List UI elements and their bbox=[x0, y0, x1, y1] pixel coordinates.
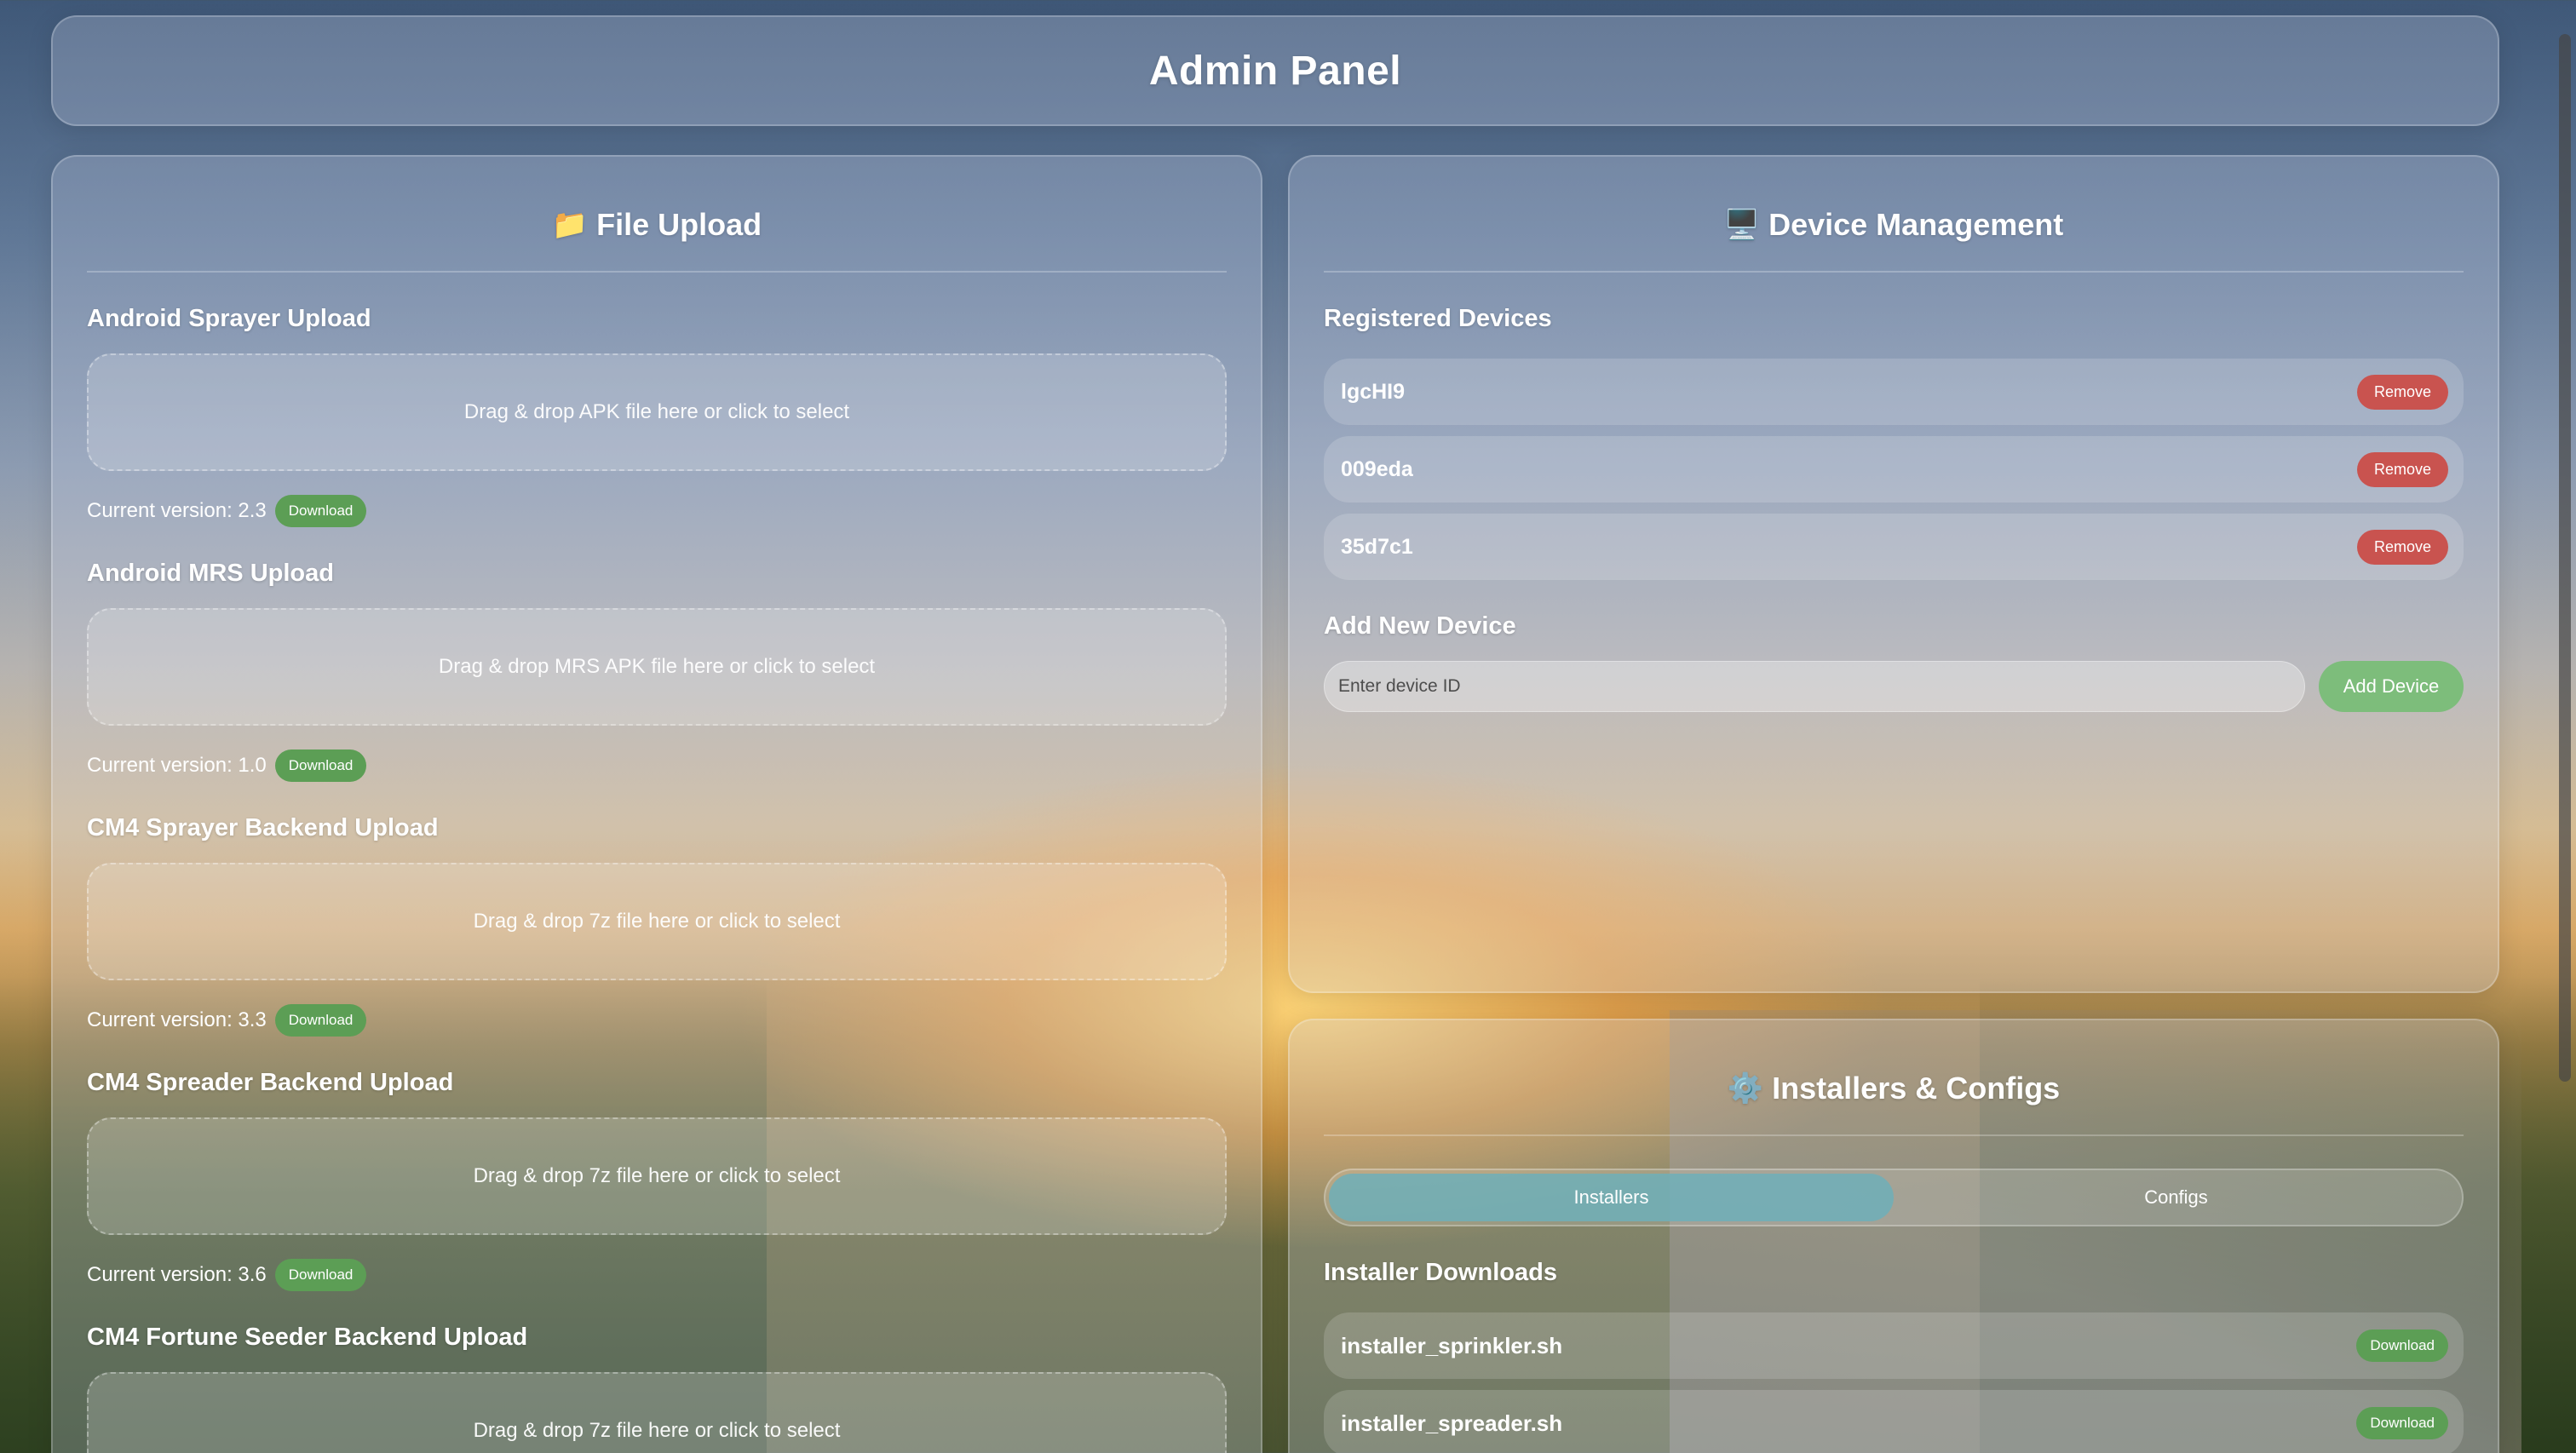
device-row: 009eda Remove bbox=[1324, 436, 2464, 503]
section-title: CM4 Spreader Backend Upload bbox=[87, 1069, 454, 1096]
dropzone-android-mrs[interactable]: Drag & drop MRS APK file here or click t… bbox=[87, 608, 1227, 726]
current-version: Current version: 3.3 bbox=[87, 1008, 267, 1031]
device-id-input[interactable] bbox=[1324, 661, 2305, 712]
download-button[interactable]: Download bbox=[274, 1259, 367, 1291]
installer-row: installer_sprinkler.sh Download bbox=[1324, 1312, 2464, 1379]
installers-configs-title: ⚙️ Installers & Configs bbox=[1324, 1042, 2464, 1136]
version-row: Current version: 3.6 Download bbox=[87, 1259, 1227, 1291]
upload-section-android-sprayer: Android Sprayer Upload Drag & drop APK f… bbox=[87, 305, 1227, 527]
remove-device-button[interactable]: Remove bbox=[2356, 451, 2448, 487]
section-title: Android MRS Upload bbox=[87, 560, 334, 587]
remove-device-button[interactable]: Remove bbox=[2356, 529, 2448, 565]
add-device-row: Add Device bbox=[1324, 661, 2464, 712]
installers-configs-panel: ⚙️ Installers & Configs Installers Confi… bbox=[1288, 1019, 2499, 1453]
installer-row: installer_spreader.sh Download bbox=[1324, 1390, 2464, 1453]
installer-name: installer_sprinkler.sh bbox=[1341, 1332, 1563, 1358]
dropzone-cm4-fortune-seeder[interactable]: Drag & drop 7z file here or click to sel… bbox=[87, 1372, 1227, 1453]
version-row: Current version: 2.3 Download bbox=[87, 495, 1227, 527]
device-id: 009eda bbox=[1341, 457, 1413, 481]
page-scrollbar[interactable] bbox=[2559, 34, 2571, 1082]
upload-section-android-mrs: Android MRS Upload Drag & drop MRS APK f… bbox=[87, 560, 1227, 782]
download-installer-button[interactable]: Download bbox=[2356, 1330, 2448, 1362]
current-version: Current version: 1.0 bbox=[87, 754, 267, 777]
current-version: Current version: 3.6 bbox=[87, 1263, 267, 1286]
version-row: Current version: 3.3 Download bbox=[87, 1004, 1227, 1037]
dropzone-android-sprayer[interactable]: Drag & drop APK file here or click to se… bbox=[87, 353, 1227, 471]
current-version: Current version: 2.3 bbox=[87, 499, 267, 522]
dropzone-cm4-sprayer[interactable]: Drag & drop 7z file here or click to sel… bbox=[87, 863, 1227, 980]
download-button[interactable]: Download bbox=[274, 749, 367, 782]
installer-list: installer_sprinkler.sh Download installe… bbox=[1324, 1312, 2464, 1453]
tab-configs[interactable]: Configs bbox=[1894, 1174, 2458, 1221]
device-management-title: 🖥️ Device Management bbox=[1324, 179, 2464, 273]
device-row: 35d7c1 Remove bbox=[1324, 514, 2464, 580]
upload-section-cm4-spreader: CM4 Spreader Backend Upload Drag & drop … bbox=[87, 1069, 1227, 1291]
section-title: CM4 Sprayer Backend Upload bbox=[87, 814, 439, 841]
folder-icon: 📁 bbox=[551, 209, 589, 241]
device-list: lgcHI9 Remove 009eda Remove 35d7c1 Remov… bbox=[1324, 359, 2464, 580]
device-row: lgcHI9 Remove bbox=[1324, 359, 2464, 425]
device-id: lgcHI9 bbox=[1341, 379, 1406, 404]
header-panel: Admin Panel bbox=[51, 15, 2499, 126]
tab-installers[interactable]: Installers bbox=[1329, 1174, 1894, 1221]
installer-downloads-title: Installer Downloads bbox=[1324, 1259, 1557, 1286]
add-device-button[interactable]: Add Device bbox=[2319, 661, 2464, 712]
upload-section-cm4-sprayer: CM4 Sprayer Backend Upload Drag & drop 7… bbox=[87, 814, 1227, 1037]
page-title: Admin Panel bbox=[1148, 48, 1402, 94]
installers-tabs: Installers Configs bbox=[1324, 1169, 2464, 1226]
installer-name: installer_spreader.sh bbox=[1341, 1410, 1563, 1436]
remove-device-button[interactable]: Remove bbox=[2356, 374, 2448, 410]
download-button[interactable]: Download bbox=[274, 1004, 367, 1037]
add-device-title: Add New Device bbox=[1324, 612, 1516, 640]
upload-section-cm4-fortune-seeder: CM4 Fortune Seeder Backend Upload Drag &… bbox=[87, 1324, 1227, 1453]
device-management-panel: 🖥️ Device Management Registered Devices … bbox=[1288, 155, 2499, 993]
section-title: Android Sprayer Upload bbox=[87, 305, 371, 332]
file-upload-panel: 📁 File Upload Android Sprayer Upload Dra… bbox=[51, 155, 1262, 1453]
monitor-icon: 🖥️ bbox=[1723, 209, 1761, 241]
registered-devices-title: Registered Devices bbox=[1324, 305, 1552, 332]
section-title: CM4 Fortune Seeder Backend Upload bbox=[87, 1324, 528, 1351]
download-button[interactable]: Download bbox=[274, 495, 367, 527]
version-row: Current version: 1.0 Download bbox=[87, 749, 1227, 782]
file-upload-title: 📁 File Upload bbox=[87, 179, 1227, 273]
download-installer-button[interactable]: Download bbox=[2356, 1407, 2448, 1439]
gear-icon: ⚙️ bbox=[1727, 1072, 1764, 1105]
dropzone-cm4-spreader[interactable]: Drag & drop 7z file here or click to sel… bbox=[87, 1117, 1227, 1235]
device-id: 35d7c1 bbox=[1341, 534, 1413, 559]
